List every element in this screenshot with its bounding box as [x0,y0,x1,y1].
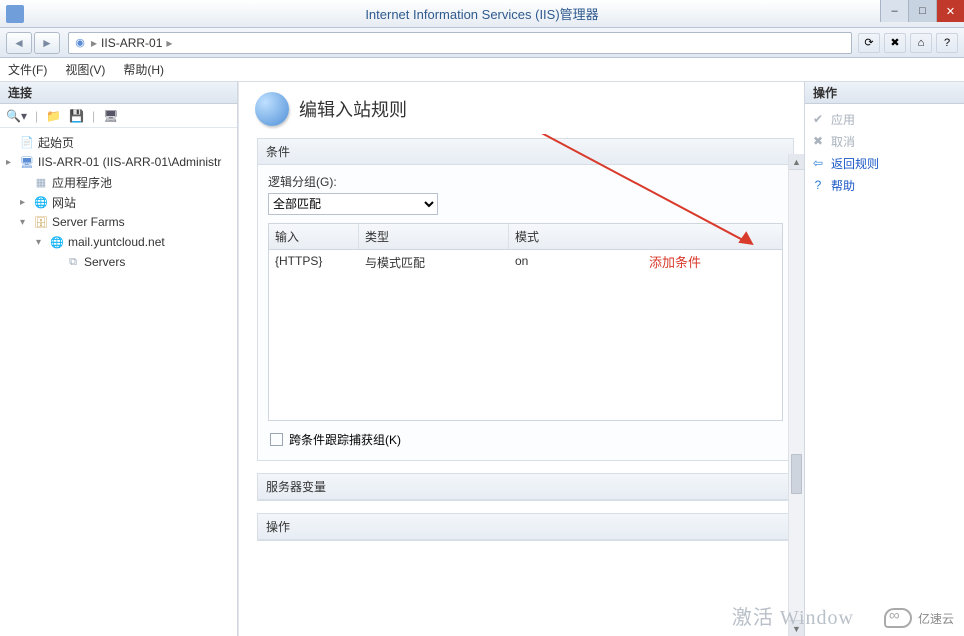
conditions-group: 条件 逻辑分组(G): 全部匹配 输入 类型 模式 [257,138,794,461]
menu-help[interactable]: 帮助(H) [123,61,164,78]
tree-app-pools[interactable]: ▦应用程序池 [6,172,231,192]
nav-help-icon[interactable]: ? [936,33,958,53]
vertical-scrollbar[interactable]: ▲ ▼ [788,154,804,636]
connections-panel: 连接 🔍▾ | 📁 💾 | 🖥 📄起始页 ▸🖥IIS-ARR-01 (IIS-A… [0,82,238,636]
minimize-button[interactable]: – [880,0,908,22]
col-input: 输入 [269,224,359,249]
brand-logo-icon [884,608,912,628]
annotation-add-condition: 添加条件 [649,252,701,271]
scroll-thumb[interactable] [791,454,802,494]
brand-text: 亿速云 [918,610,954,627]
folder-icon[interactable]: 📁 [46,109,61,123]
rule-icon [255,92,289,126]
breadcrumb-root-icon: ◉ [73,36,87,50]
menu-view[interactable]: 视图(V) [65,61,105,78]
tree-start-page[interactable]: 📄起始页 [6,132,231,152]
nav-home-icon[interactable]: ⌂ [910,33,932,53]
connect-icon[interactable]: 🔍▾ [6,109,27,123]
action-cancel: ✖取消 [811,130,958,152]
nav-stop-icon[interactable]: ✖ [884,33,906,53]
action-help[interactable]: ?帮助 [811,174,958,196]
titlebar: Internet Information Services (IIS)管理器 –… [0,0,964,28]
action-apply: ✔应用 [811,108,958,130]
track-capture-row[interactable]: 跨条件跟踪捕获组(K) [268,421,783,452]
menu-file[interactable]: 文件(F) [8,61,47,78]
tree-server-farms[interactable]: ▾🗄Server Farms [6,212,231,232]
scroll-up-button[interactable]: ▲ [789,154,804,170]
cell-type: 与模式匹配 [359,250,509,275]
server-vars-group: 服务器变量 [257,473,794,501]
action-group-header: 操作 [258,514,793,540]
conditions-grid[interactable]: 输入 类型 模式 {HTTPS} 与模式匹配 on [268,223,783,421]
cancel-icon: ✖ [811,134,825,148]
save-icon[interactable]: 💾 [69,109,84,123]
server-icon[interactable]: 🖥 [103,109,118,123]
back-icon: ⇦ [811,156,825,170]
cell-input: {HTTPS} [269,250,359,275]
page-header: 编辑入站规则 [239,82,804,134]
tree-farm-domain[interactable]: ▾🌐mail.yuntcloud.net [6,232,231,252]
page-title: 编辑入站规则 [299,96,407,122]
brand-watermark: 亿速云 [884,608,954,628]
connections-toolbar: 🔍▾ | 📁 💾 | 🖥 [0,104,237,128]
col-type: 类型 [359,224,509,249]
maximize-button[interactable]: □ [908,0,936,22]
tree-sites[interactable]: ▸🌐网站 [6,192,231,212]
window-title: Internet Information Services (IIS)管理器 [0,4,964,23]
track-capture-checkbox[interactable] [270,433,283,446]
grid-row[interactable]: {HTTPS} 与模式匹配 on [269,250,782,275]
menu-bar: 文件(F) 视图(V) 帮助(H) [0,58,964,82]
logic-grouping-label: 逻辑分组(G): [268,173,783,190]
window-controls: – □ ✕ [880,0,964,22]
main-panel: 编辑入站规则 条件 逻辑分组(G): 全部匹配 输入 类型 [238,82,804,636]
nav-back-button[interactable]: ◄ [6,32,32,54]
conditions-group-header: 条件 [258,139,793,165]
close-button[interactable]: ✕ [936,0,964,22]
actions-header: 操作 [805,82,964,104]
server-vars-header: 服务器变量 [258,474,793,500]
connections-tree: 📄起始页 ▸🖥IIS-ARR-01 (IIS-ARR-01\Administr … [0,128,237,276]
action-back-to-rules[interactable]: ⇦返回规则 [811,152,958,174]
action-group: 操作 [257,513,794,541]
breadcrumb-host: IIS-ARR-01 [101,36,162,50]
activation-watermark: 激活 Window [732,601,854,630]
help-icon: ? [811,178,825,192]
track-capture-label: 跨条件跟踪捕获组(K) [289,431,401,448]
nav-bar: ◄ ► ◉ ▸ IIS-ARR-01 ▸ ⟳ ✖ ⌂ ? [0,28,964,58]
breadcrumb[interactable]: ◉ ▸ IIS-ARR-01 ▸ [68,32,852,54]
cell-pattern: on [509,250,782,275]
nav-refresh-icon[interactable]: ⟳ [858,33,880,53]
actions-panel: 操作 ✔应用 ✖取消 ⇦返回规则 ?帮助 [804,82,964,636]
nav-forward-button[interactable]: ► [34,32,60,54]
connections-header: 连接 [0,82,237,104]
content-area: 条件 逻辑分组(G): 全部匹配 输入 类型 模式 [239,134,804,636]
tree-servers[interactable]: ⧉Servers [6,252,231,272]
grid-header: 输入 类型 模式 [269,224,782,250]
tree-server[interactable]: ▸🖥IIS-ARR-01 (IIS-ARR-01\Administr [6,152,231,172]
apply-icon: ✔ [811,112,825,126]
logic-grouping-select[interactable]: 全部匹配 [268,193,438,215]
